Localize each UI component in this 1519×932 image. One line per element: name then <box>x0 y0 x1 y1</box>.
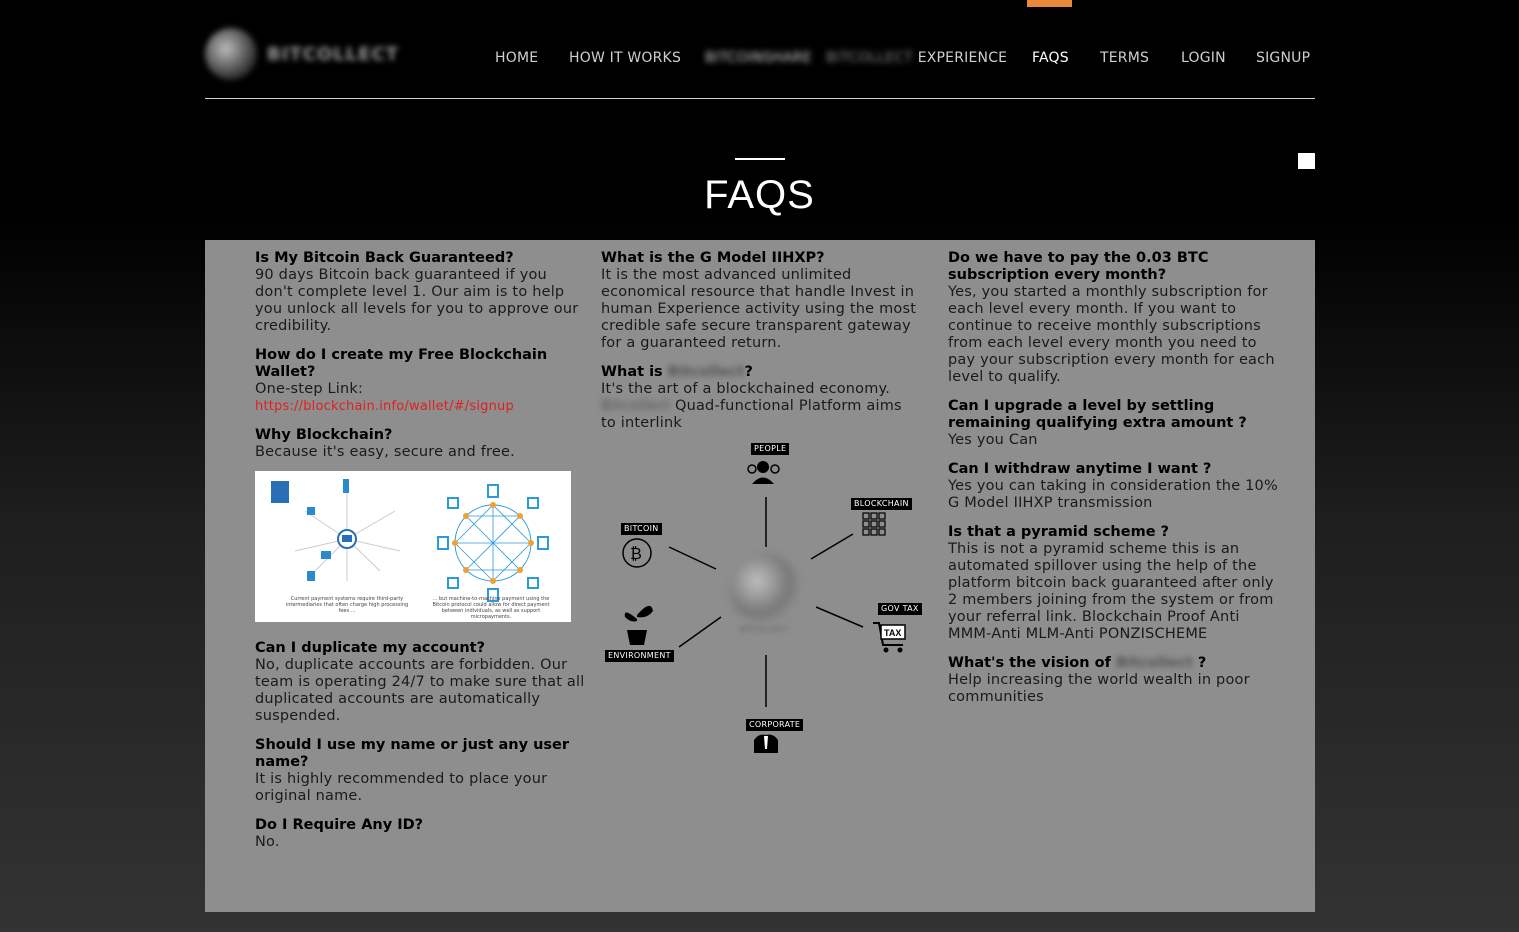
corporate-label: CORPORATE <box>746 719 804 731</box>
nav-home[interactable]: HOME <box>495 50 538 66</box>
nav-login[interactable]: LOGIN <box>1181 50 1226 66</box>
faq-answer: It is highly recommended to place your o… <box>255 771 548 804</box>
main-nav: HOME HOW IT WORKS BITCOINSHARE BITCOLLEC… <box>0 50 1519 70</box>
faq-answer: It's the art of a blockchained economy. B… <box>601 381 921 432</box>
gov-tax-label: GOV TAX <box>878 603 922 615</box>
faq-item: Is that a pyramid scheme ? This is not a… <box>948 524 1278 643</box>
faq-item: What's the vision of Bitcollect ? Help i… <box>948 655 1278 706</box>
faq-question: Is that a pyramid scheme ? <box>948 524 1169 540</box>
bitcoin-label: BITCOIN <box>621 523 662 535</box>
image-caption-left: Current payment systems require third-pa… <box>285 596 409 614</box>
faq-answer: Help increasing the world wealth in poor… <box>948 672 1250 705</box>
blurred-brand: Bitcollect <box>601 398 671 414</box>
faq-answer: Yes, you started a monthly subscription … <box>948 284 1275 385</box>
blurred-brand: Bitcollect <box>1115 655 1193 671</box>
faq-question: Why Blockchain? <box>255 427 393 443</box>
people-label: PEOPLE <box>751 443 790 455</box>
faq-item: Can I duplicate my account? No, duplicat… <box>255 640 585 725</box>
people-icon <box>747 461 780 484</box>
plant-icon <box>624 605 653 645</box>
nav-bitcoin-share[interactable]: BITCOINSHARE <box>705 50 812 66</box>
svg-text:₿: ₿ <box>630 544 642 563</box>
faq-question: Should I use my name or just any user na… <box>255 737 570 770</box>
faq-answer: Yes you Can <box>948 432 1038 448</box>
faq-question: What is the G Model IIHXP? <box>601 250 825 266</box>
svg-text:TAX: TAX <box>884 628 901 638</box>
faq-question: Can I withdraw anytime I want ? <box>948 461 1212 477</box>
faq-answer: No, duplicate accounts are forbidden. Ou… <box>255 657 585 724</box>
question-suffix: ? <box>1192 655 1207 671</box>
faq-column-2: What is the G Model IIHXP? It is the mos… <box>601 250 921 444</box>
faq-answer: 90 days Bitcoin back guaranteed if you d… <box>255 267 579 334</box>
blockchain-label: BLOCKCHAIN <box>851 498 912 510</box>
faq-panel: Is My Bitcoin Back Guaranteed? 90 days B… <box>205 240 1315 912</box>
faq-answer: One-step Link: https://blockchain.info/w… <box>255 381 585 415</box>
faq-item: How do I create my Free Blockchain Walle… <box>255 347 585 415</box>
faq-answer: Yes you can taking in consideration the … <box>948 478 1278 511</box>
faq-answer: Because it's easy, secure and free. <box>255 444 515 460</box>
bitcoin-icon: ₿ <box>622 538 652 568</box>
faq-question: How do I create my Free Blockchain Walle… <box>255 347 548 380</box>
faq-item: Can I withdraw anytime I want ? Yes you … <box>948 461 1278 512</box>
faq-question: Is My Bitcoin Back Guaranteed? <box>255 250 514 266</box>
faq-answer: This is not a pyramid scheme this is an … <box>948 541 1274 642</box>
blockchain-grid-icon <box>862 512 886 536</box>
faq-item: Why Blockchain? Because it's easy, secur… <box>255 427 585 461</box>
faq-question: Can I duplicate my account? <box>255 640 485 656</box>
faq-item: Can I upgrade a level by settling remain… <box>948 398 1278 449</box>
environment-label: ENVIRONMENT <box>605 650 674 662</box>
square-widget[interactable] <box>1298 153 1315 169</box>
page-title: FAQS <box>704 173 815 217</box>
faq-answer: No. <box>255 834 280 850</box>
nav-faqs[interactable]: FAQS <box>1032 50 1069 66</box>
nav-experience-label: EXPERIENCE <box>917 50 1008 66</box>
faq-column-1: Is My Bitcoin Back Guaranteed? 90 days B… <box>255 250 585 863</box>
nav-divider <box>205 98 1315 99</box>
faq-answer: It is the most advanced unlimited econom… <box>601 267 917 351</box>
nav-experience-prefix: BITCOLLECT <box>826 50 914 66</box>
faq-item: What is the G Model IIHXP? It is the mos… <box>601 250 921 352</box>
tax-cart-icon: TAX <box>873 622 906 653</box>
faq-column-3: Do we have to pay the 0.03 BTC subscript… <box>948 250 1278 718</box>
faq-question: Do I Require Any ID? <box>255 817 424 833</box>
nav-terms[interactable]: TERMS <box>1100 50 1149 66</box>
nav-experience[interactable]: BITCOLLECT EXPERIENCE <box>826 50 1007 66</box>
center-logo-orb-icon <box>729 553 799 623</box>
faq-question: What's the vision of Bitcollect ? <box>948 655 1278 672</box>
blockchain-comparison-image: Current payment systems require third-pa… <box>255 471 571 622</box>
title-accent-bar <box>735 158 785 160</box>
question-prefix: What is <box>601 364 668 380</box>
question-prefix: What's the vision of <box>948 655 1116 671</box>
faq-item: Do we have to pay the 0.03 BTC subscript… <box>948 250 1278 386</box>
nav-signup[interactable]: SIGNUP <box>1256 50 1310 66</box>
faq-answer-text: One-step Link: <box>255 381 364 397</box>
nav-how-it-works[interactable]: HOW IT WORKS <box>569 50 681 66</box>
active-nav-indicator <box>1027 0 1072 7</box>
faq-item: What is Bitcollect? It's the art of a bl… <box>601 364 921 432</box>
faq-item: Is My Bitcoin Back Guaranteed? 90 days B… <box>255 250 585 335</box>
quad-functional-diagram: ₿ TAX PEOPLE BLOCKCHAIN BITCOIN GOV TAX … <box>601 435 922 765</box>
blurred-brand: Bitcollect <box>667 364 745 380</box>
faq-item: Do I Require Any ID? No. <box>255 817 585 851</box>
blockchain-wallet-link[interactable]: https://blockchain.info/wallet/#/signup <box>255 399 514 414</box>
faq-question: What is Bitcollect? <box>601 364 921 381</box>
image-caption-right: ... but machine-to-machine payment using… <box>432 596 550 620</box>
question-suffix: ? <box>744 364 753 380</box>
corporate-suit-icon <box>754 734 778 753</box>
faq-item: Should I use my name or just any user na… <box>255 737 585 805</box>
faq-question: Do we have to pay the 0.03 BTC subscript… <box>948 250 1209 283</box>
answer-line: It's the art of a blockchained economy. <box>601 381 891 397</box>
center-logo-text: BITCOLLECT <box>739 625 789 634</box>
faq-question: Can I upgrade a level by settling remain… <box>948 398 1247 431</box>
